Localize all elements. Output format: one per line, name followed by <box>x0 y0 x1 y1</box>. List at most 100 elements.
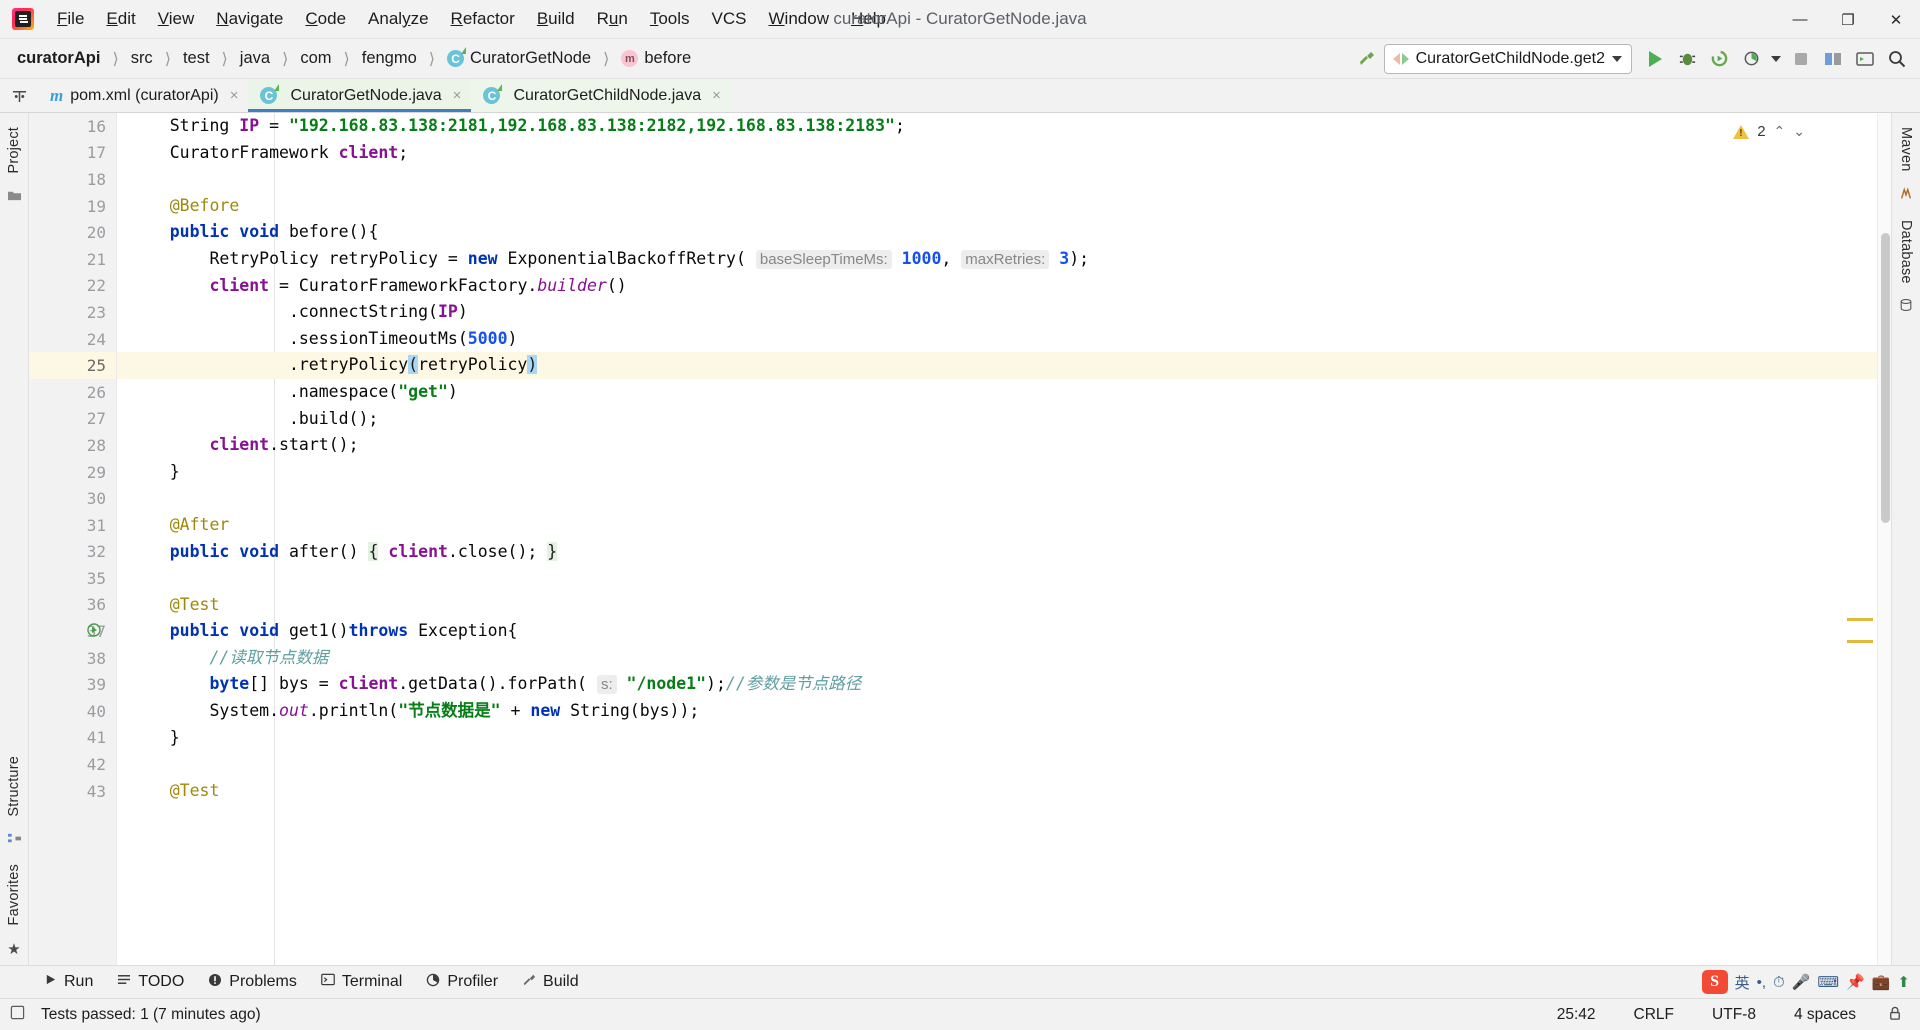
code-text-area[interactable]: String IP = "192.168.83.138:2181,192.168… <box>117 113 1877 965</box>
close-icon[interactable]: × <box>712 87 721 104</box>
mic-icon[interactable]: 🎤 <box>1792 973 1811 991</box>
line-number[interactable]: 41 <box>29 725 129 752</box>
line-number[interactable]: 37 <box>29 618 129 645</box>
code-line[interactable]: byte[] bys = client.getData().forPath( s… <box>117 671 1877 698</box>
code-line[interactable]: String IP = "192.168.83.138:2181,192.168… <box>117 113 1877 140</box>
star-icon[interactable]: ★ <box>7 940 20 958</box>
line-number[interactable]: 32 <box>29 539 129 566</box>
tab-pom-xml[interactable]: m pom.xml (curatorApi) × <box>38 79 248 112</box>
line-number[interactable]: 17 <box>29 140 116 167</box>
open-in-browser-button[interactable] <box>1850 44 1880 74</box>
line-number[interactable]: 38 <box>29 645 116 672</box>
line-number[interactable]: 39 <box>29 671 116 698</box>
maven-icon[interactable] <box>1899 186 1913 205</box>
database-icon[interactable] <box>1899 298 1913 316</box>
line-number[interactable]: 36 <box>29 592 116 619</box>
line-number[interactable]: 29 <box>29 459 129 486</box>
tab-curatorgetchildnode[interactable]: C CuratorGetChildNode.java × <box>471 79 731 112</box>
code-line[interactable]: client = CuratorFrameworkFactory.builder… <box>117 273 1877 300</box>
code-line[interactable]: public void get1()throws Exception{ <box>117 618 1877 645</box>
file-encoding[interactable]: UTF-8 <box>1706 1004 1762 1026</box>
tool-window-problems[interactable]: Problems <box>198 970 307 995</box>
tool-window-profiler[interactable]: Profiler <box>416 970 508 995</box>
code-line[interactable]: @Test <box>117 592 1877 619</box>
line-number[interactable]: 16 <box>29 113 116 140</box>
code-line[interactable]: .retryPolicy(retryPolicy) <box>117 352 1877 379</box>
run-button[interactable] <box>1640 44 1670 74</box>
code-line[interactable]: .build(); <box>117 406 1877 433</box>
clock-icon[interactable]: ⏱ <box>1773 974 1785 991</box>
inspection-widget[interactable]: 2 ⌃ ⌄ <box>1733 123 1805 140</box>
editor-gutter[interactable]: 16 17 18 19 20 21 22 23 24 25 26 27 28 29 30 31 32 35 36 37… <box>29 113 129 965</box>
menu-window[interactable]: Window <box>758 5 840 33</box>
tool-window-maven[interactable]: Maven <box>1893 119 1919 180</box>
lock-icon[interactable] <box>1888 1006 1902 1024</box>
code-line[interactable] <box>117 485 1877 512</box>
tool-window-build[interactable]: Build <box>512 970 589 995</box>
menu-run[interactable]: Run <box>586 5 639 33</box>
tool-window-run[interactable]: Run <box>34 970 103 994</box>
close-button[interactable]: ✕ <box>1872 0 1920 39</box>
hammer-icon[interactable] <box>1352 44 1382 74</box>
run-configuration-selector[interactable]: CuratorGetChildNode.get2 <box>1383 43 1632 74</box>
line-number[interactable]: 42 <box>29 751 116 778</box>
code-line[interactable] <box>117 166 1877 193</box>
project-folder-icon[interactable] <box>7 189 22 206</box>
structure-icon[interactable] <box>7 832 22 849</box>
menu-file[interactable]: File <box>46 5 95 33</box>
arrow-up-icon[interactable]: ⬆ <box>1897 973 1910 991</box>
tool-window-project[interactable]: Project <box>1 119 27 182</box>
line-number[interactable]: 31 <box>29 512 116 539</box>
menu-tools[interactable]: Tools <box>639 5 701 33</box>
tool-window-database[interactable]: Database <box>1893 212 1919 292</box>
keyboard-icon[interactable]: ⌨ <box>1817 973 1839 991</box>
pin-icon[interactable]: 📌 <box>1846 973 1865 991</box>
sogou-icon[interactable] <box>1701 970 1728 994</box>
menu-refactor[interactable]: Refactor <box>440 5 526 33</box>
code-line[interactable]: .connectString(IP) <box>117 299 1877 326</box>
error-stripe-mark[interactable] <box>1847 618 1873 621</box>
code-line[interactable] <box>117 565 1877 592</box>
toolbox-icon[interactable]: 💼 <box>1872 973 1891 991</box>
tab-curatorgetnode[interactable]: C CuratorGetNode.java × <box>248 79 472 112</box>
tool-window-terminal[interactable]: Terminal <box>311 970 412 994</box>
breadcrumb-item-test[interactable]: test <box>178 47 215 70</box>
status-message[interactable]: Tests passed: 1 (7 minutes ago) <box>35 1004 267 1026</box>
breadcrumb-item-fengmo[interactable]: fengmo <box>357 47 422 70</box>
run-with-coverage-button[interactable] <box>1704 44 1734 74</box>
breadcrumb-item-java[interactable]: java <box>235 47 275 70</box>
code-line[interactable]: System.out.println("节点数据是" + new String(… <box>117 698 1877 725</box>
line-number[interactable]: 18 <box>29 166 116 193</box>
menu-code[interactable]: Code <box>294 5 357 33</box>
code-line[interactable]: @Before <box>117 193 1877 220</box>
breadcrumb-item-project[interactable]: curatorApi <box>12 47 105 70</box>
line-number[interactable]: 25 <box>29 352 116 379</box>
line-number[interactable]: 40 <box>29 698 116 725</box>
chevron-down-icon[interactable]: ⌄ <box>1793 123 1805 140</box>
menu-navigate[interactable]: Navigate <box>205 5 294 33</box>
ime-mode-label[interactable]: 英 <box>1735 972 1750 993</box>
error-stripe-mark[interactable] <box>1847 640 1873 643</box>
minimize-button[interactable]: — <box>1776 0 1824 39</box>
line-number[interactable]: 24 <box>29 326 116 353</box>
line-number[interactable]: 28 <box>29 432 116 459</box>
menu-edit[interactable]: Edit <box>95 5 146 33</box>
tool-window-structure[interactable]: Structure <box>1 748 27 825</box>
tabs-layout-icon[interactable] <box>0 79 38 112</box>
menu-view[interactable]: View <box>147 5 206 33</box>
line-number[interactable]: 23 <box>29 299 116 326</box>
line-number[interactable]: 20 <box>29 219 129 246</box>
menu-vcs[interactable]: VCS <box>701 5 758 33</box>
line-number[interactable]: 22 <box>29 273 116 300</box>
code-line[interactable]: @After <box>117 512 1877 539</box>
profile-dropdown-icon[interactable] <box>1768 44 1784 74</box>
chevron-up-icon[interactable]: ⌃ <box>1774 123 1786 140</box>
code-line[interactable]: RetryPolicy retryPolicy = new Exponentia… <box>117 246 1877 273</box>
line-number[interactable]: 26 <box>29 379 116 406</box>
code-line[interactable]: //读取节点数据 <box>117 645 1877 672</box>
search-everywhere-icon[interactable] <box>1882 44 1912 74</box>
code-line[interactable]: public void after() { client.close(); } <box>117 539 1877 566</box>
breadcrumb-item-com[interactable]: com <box>295 47 336 70</box>
menu-build[interactable]: Build <box>526 5 586 33</box>
close-icon[interactable]: × <box>453 87 462 104</box>
